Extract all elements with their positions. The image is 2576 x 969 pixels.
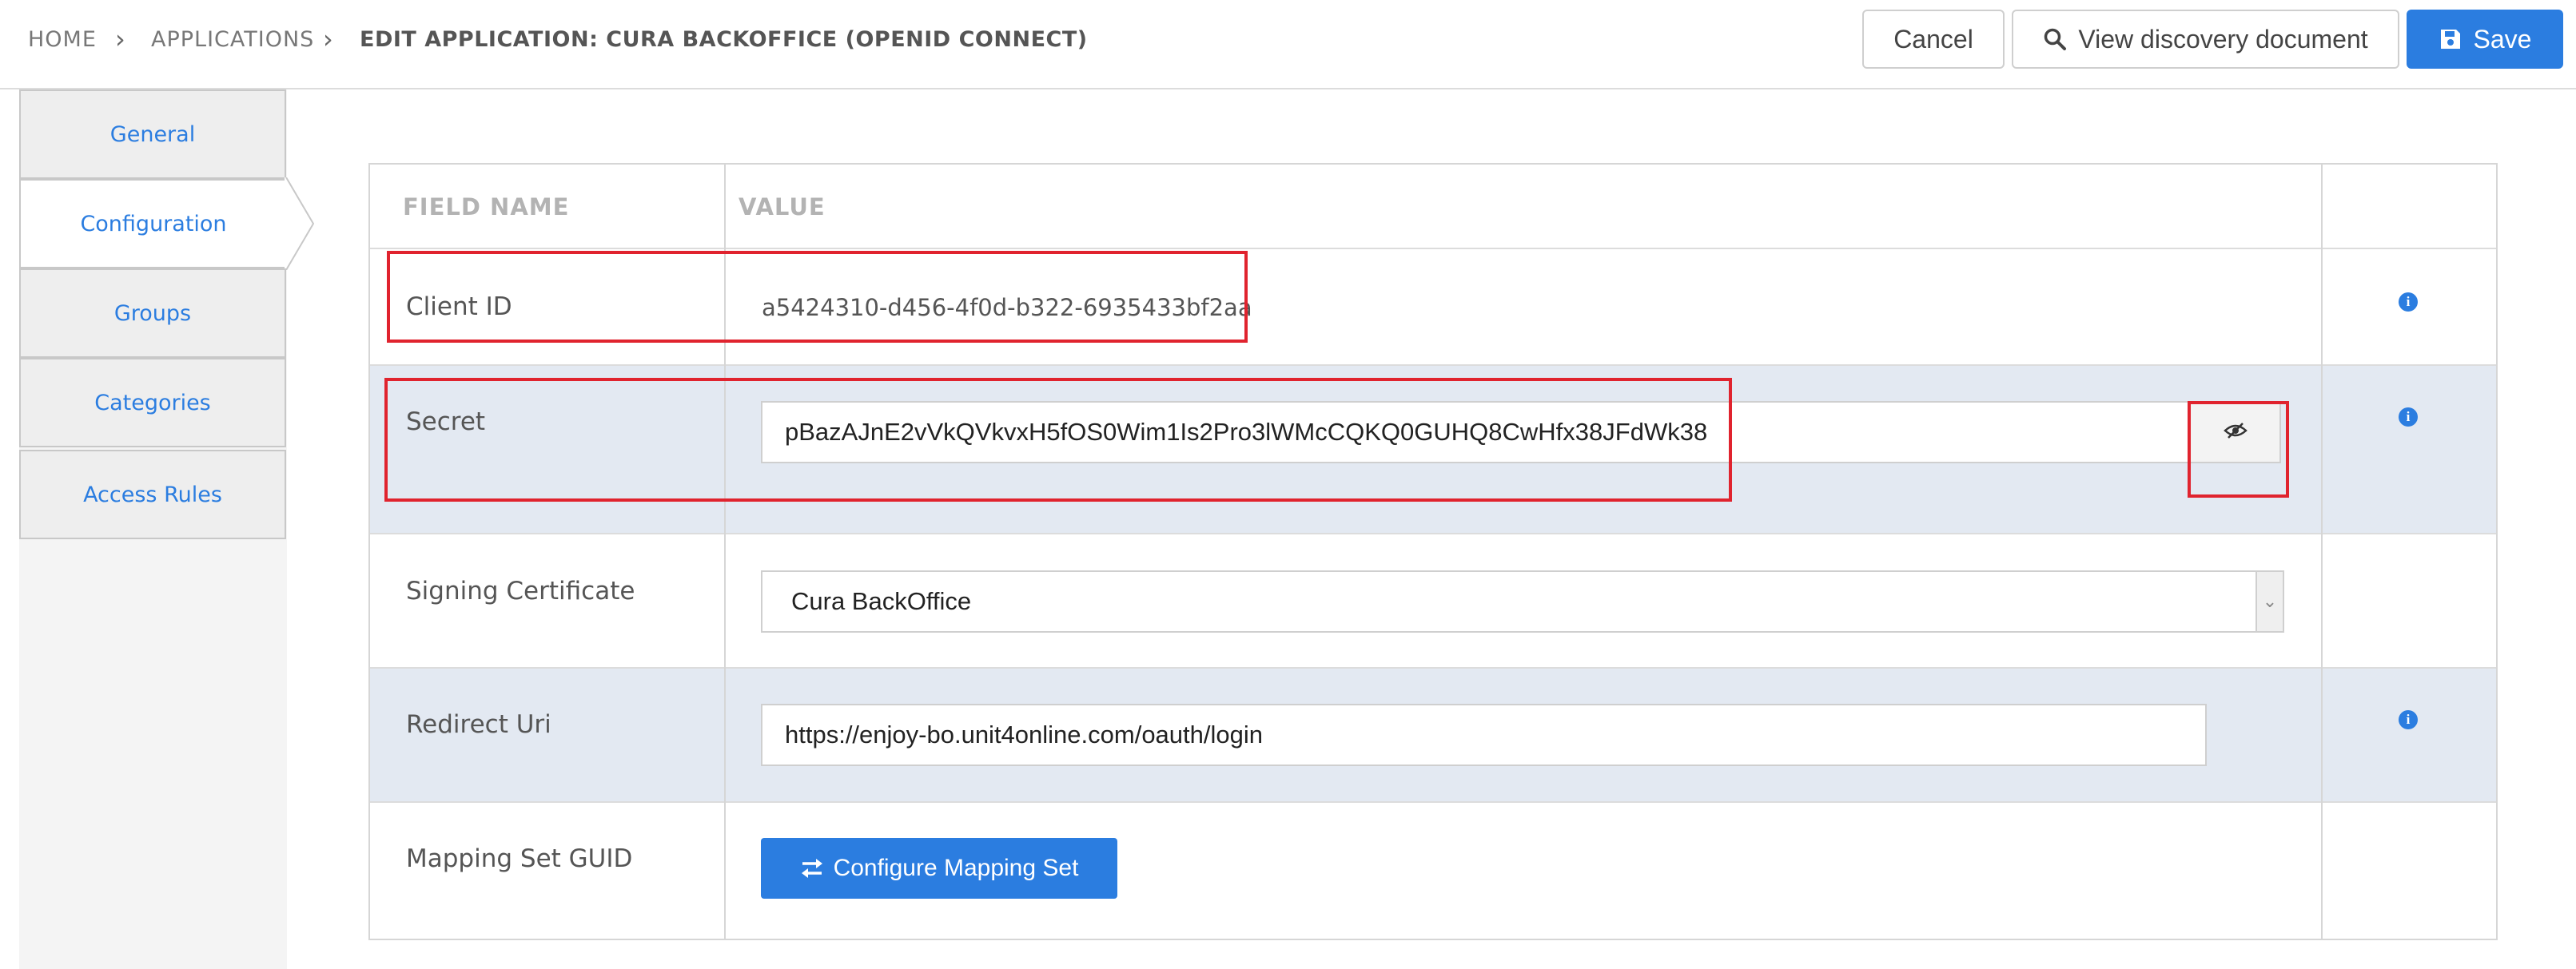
- tab-configuration[interactable]: Configuration: [19, 179, 286, 268]
- breadcrumb-separator-icon: ›: [115, 24, 125, 54]
- info-icon[interactable]: i: [2399, 710, 2418, 729]
- redirect-uri-field-value: https://enjoy-bo.unit4online.com/oauth/l…: [785, 721, 1264, 749]
- toggle-secret-visibility-button[interactable]: [2189, 401, 2281, 463]
- redirect-uri-label: Redirect Uri: [406, 710, 551, 739]
- info-icon[interactable]: i: [2399, 292, 2418, 312]
- client-id-value: a5424310-d456-4f0d-b322-6935433bf2aa: [762, 294, 1252, 321]
- info-icon[interactable]: i: [2399, 407, 2418, 427]
- view-discovery-document-label: View discovery document: [2078, 24, 2368, 54]
- cancel-button[interactable]: Cancel: [1862, 10, 2005, 69]
- tab-groups-label: Groups: [113, 300, 192, 326]
- table-row-client-id: Client ID a5424310-d456-4f0d-b322-693543…: [370, 249, 2496, 366]
- table-row-redirect-uri: Redirect Uri https://enjoy-bo.unit4onlin…: [370, 669, 2496, 803]
- configure-mapping-set-label: Configure Mapping Set: [833, 855, 1079, 881]
- breadcrumb-applications[interactable]: APPLICATIONS: [151, 27, 314, 52]
- active-tab-pointer: [285, 177, 315, 270]
- tab-access-rules-label: Access Rules: [83, 482, 222, 507]
- client-id-label: Client ID: [406, 292, 512, 321]
- table-row-secret: Secret pBazAJnE2vVkQVkvxH5fOS0Wim1Is2Pro…: [370, 366, 2496, 534]
- column-divider: [2321, 165, 2323, 939]
- search-icon: [2043, 27, 2067, 51]
- chevron-down-icon: ⌄: [2255, 572, 2283, 631]
- view-discovery-document-button[interactable]: View discovery document: [2012, 10, 2399, 69]
- tab-categories-label: Categories: [94, 390, 211, 415]
- tab-general[interactable]: General: [19, 89, 286, 179]
- breadcrumb-separator-icon: ›: [323, 24, 333, 54]
- table-row-mapping-set: Mapping Set GUID Configure Mapping Set: [370, 803, 2496, 939]
- tab-groups[interactable]: Groups: [19, 268, 286, 358]
- page-title: EDIT APPLICATION: CURA BACKOFFICE (OPENI…: [360, 27, 1088, 52]
- cancel-button-label: Cancel: [1893, 24, 1973, 54]
- field-name-header: FIELD NAME: [403, 193, 570, 220]
- floppy-disk-icon: [2439, 27, 2463, 51]
- secret-field-value: pBazAJnE2vVkQVkvxH5fOS0Wim1Is2Pro3lWMcCQ…: [785, 418, 1708, 446]
- value-header: VALUE: [739, 193, 826, 220]
- configuration-table: FIELD NAME VALUE Client ID a5424310-d456…: [368, 163, 2498, 940]
- save-button[interactable]: Save: [2407, 10, 2563, 69]
- signing-certificate-label: Signing Certificate: [406, 577, 635, 606]
- table-row-signing-certificate: Signing Certificate Cura BackOffice ⌄: [370, 534, 2496, 669]
- signing-certificate-select[interactable]: Cura BackOffice ⌄: [761, 570, 2284, 633]
- table-header-row: FIELD NAME VALUE: [370, 165, 2496, 249]
- redirect-uri-field[interactable]: https://enjoy-bo.unit4online.com/oauth/l…: [761, 704, 2207, 766]
- breadcrumb-home[interactable]: HOME: [28, 27, 97, 52]
- tab-configuration-label: Configuration: [80, 211, 227, 236]
- exchange-arrows-icon: [800, 857, 824, 880]
- signing-certificate-selected: Cura BackOffice: [791, 587, 972, 615]
- secret-field[interactable]: pBazAJnE2vVkQVkvxH5fOS0Wim1Is2Pro3lWMcCQ…: [761, 401, 2281, 463]
- tab-general-label: General: [109, 121, 196, 147]
- save-button-label: Save: [2473, 24, 2532, 54]
- column-divider: [724, 165, 726, 939]
- secret-label: Secret: [406, 407, 486, 436]
- mapping-set-guid-label: Mapping Set GUID: [406, 844, 633, 873]
- tab-categories[interactable]: Categories: [19, 358, 286, 447]
- eye-slash-icon: [2223, 422, 2248, 443]
- page-header: HOME › APPLICATIONS › EDIT APPLICATION: …: [0, 0, 2576, 89]
- tab-access-rules[interactable]: Access Rules: [19, 450, 286, 539]
- configure-mapping-set-button[interactable]: Configure Mapping Set: [761, 838, 1117, 899]
